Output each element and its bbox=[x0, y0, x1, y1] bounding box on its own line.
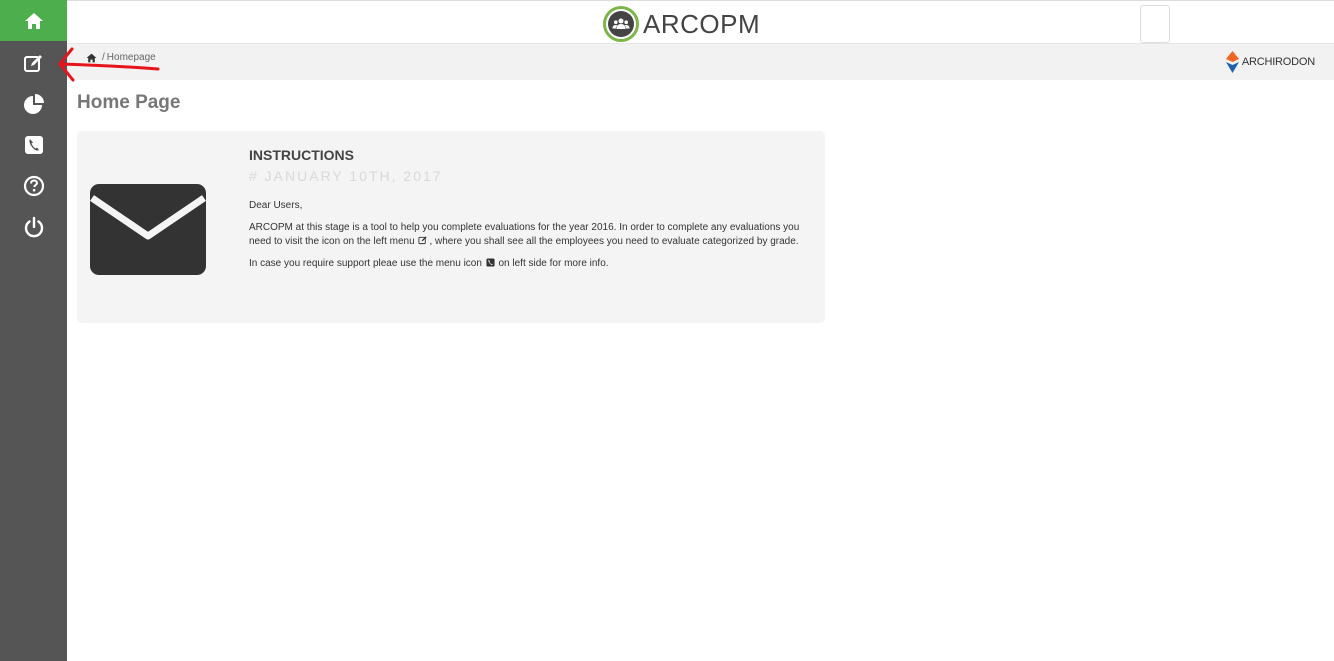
users-icon bbox=[612, 18, 630, 29]
sidebar-item-support[interactable] bbox=[0, 124, 67, 165]
partner-logo: ARCHIRODON bbox=[1225, 51, 1315, 73]
edit-icon bbox=[418, 236, 428, 245]
para2-text-a: In case you require support pleae use th… bbox=[249, 258, 482, 269]
top-header: ARCOPM bbox=[67, 0, 1334, 44]
sidebar-item-logout[interactable] bbox=[0, 206, 67, 247]
card-body: INSTRUCTIONS # JANUARY 10TH, 2017 Dear U… bbox=[249, 147, 804, 271]
app-name: ARCOPM bbox=[643, 8, 761, 39]
card-date: # JANUARY 10TH, 2017 bbox=[249, 168, 443, 184]
archirodon-logo-icon bbox=[1225, 51, 1239, 73]
phone-icon bbox=[24, 135, 43, 154]
power-icon bbox=[24, 216, 43, 237]
pie-chart-icon bbox=[23, 93, 44, 114]
para2-text-b: on left side for more info. bbox=[498, 258, 609, 269]
page-title: Home Page bbox=[77, 92, 181, 113]
question-icon bbox=[23, 175, 44, 196]
phone-icon bbox=[486, 258, 495, 267]
breadcrumb: / Homepage bbox=[86, 52, 156, 63]
user-menu-box[interactable] bbox=[1140, 5, 1170, 43]
sidebar-item-home[interactable] bbox=[0, 0, 67, 41]
home-icon[interactable] bbox=[86, 53, 97, 63]
card-greeting: Dear Users, bbox=[249, 200, 303, 211]
brand-logo bbox=[603, 6, 639, 42]
breadcrumb-bar: / Homepage ARCHIRODON bbox=[67, 44, 1334, 80]
para1-text-b: , where you shall see all the employees … bbox=[429, 236, 799, 247]
sidebar bbox=[0, 0, 67, 661]
sidebar-item-evaluations[interactable] bbox=[0, 42, 67, 83]
card-title: INSTRUCTIONS bbox=[249, 147, 354, 163]
partner-name: ARCHIRODON bbox=[1241, 56, 1315, 68]
sidebar-item-reports[interactable] bbox=[0, 83, 67, 124]
breadcrumb-separator: / bbox=[102, 52, 105, 63]
sidebar-item-help[interactable] bbox=[0, 165, 67, 206]
home-icon bbox=[24, 12, 43, 29]
envelope-icon bbox=[90, 184, 206, 275]
card-paragraph-support: In case you require support pleae use th… bbox=[249, 257, 804, 271]
edit-icon bbox=[23, 54, 42, 72]
instructions-card: INSTRUCTIONS # JANUARY 10TH, 2017 Dear U… bbox=[77, 131, 825, 323]
brand[interactable]: ARCOPM bbox=[603, 6, 760, 42]
card-paragraph-evaluations: ARCOPM at this stage is a tool to help y… bbox=[249, 221, 804, 249]
breadcrumb-current[interactable]: Homepage bbox=[107, 52, 156, 63]
